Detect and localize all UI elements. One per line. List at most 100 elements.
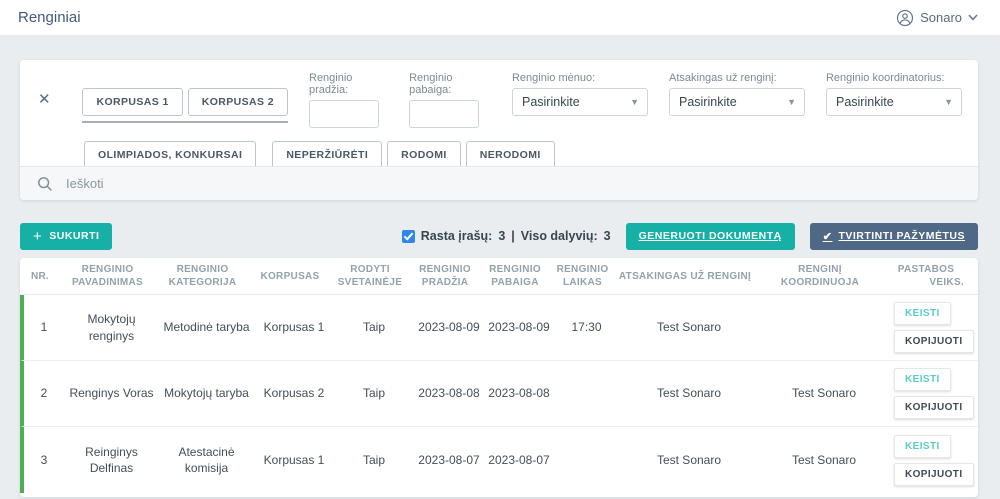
col-show-on-site: RODYTI SVETAINĖJE	[330, 263, 410, 289]
filters-row-1: ✕ KORPUSAS 1 KORPUSAS 2 Renginio pradžia…	[20, 60, 978, 128]
check-icon: ✔	[823, 230, 833, 243]
edit-button[interactable]: KEISTI	[894, 302, 951, 325]
col-name: RENGINIO PAVADINIMAS	[60, 263, 155, 289]
coordinator-value: Pasirinkite	[836, 95, 894, 109]
results-summary: Rasta įrašų: 3 | Viso dalyvių: 3	[402, 229, 611, 243]
toolbar-right: Rasta įrašų: 3 | Viso dalyvių: 3 GENERUO…	[402, 223, 978, 250]
table-toolbar: + SUKURTI Rasta įrašų: 3 | Viso dalyvių:…	[20, 222, 978, 250]
create-button[interactable]: + SUKURTI	[20, 223, 112, 250]
results-separator: |	[511, 229, 515, 243]
cell-end: 2023-08-07	[484, 452, 554, 468]
cell-category: Atestacinė komisija	[159, 444, 254, 476]
event-start-input[interactable]	[309, 100, 379, 128]
cell-end: 2023-08-08	[484, 385, 554, 401]
coordinator-select[interactable]: Pasirinkite ▼	[826, 88, 962, 116]
cell-coordinator: Test Sonaro	[759, 452, 889, 468]
cell-responsible: Test Sonaro	[619, 319, 759, 335]
found-count: 3	[498, 229, 505, 243]
event-end-label: Renginio pabaiga:	[409, 72, 491, 96]
col-time: RENGINIO LAIKAS	[550, 263, 615, 289]
participants-count: 3	[604, 229, 611, 243]
responsible-select[interactable]: Pasirinkite ▼	[669, 88, 805, 116]
top-bar: Renginiai Sonaro	[0, 0, 1000, 36]
filter-button-rodomi[interactable]: RODOMI	[387, 141, 461, 169]
search-input[interactable]	[66, 176, 964, 191]
col-responsible: ATSAKINGAS UŽ RENGINĮ	[615, 270, 755, 283]
copy-button[interactable]: KOPIJUOTI	[894, 396, 974, 419]
filter-button-olimpiados[interactable]: OLIMPIADOS, KONKURSAI	[84, 141, 256, 169]
cell-nr: 1	[24, 319, 64, 335]
edit-button[interactable]: KEISTI	[894, 368, 951, 391]
caret-down-icon: ▼	[787, 97, 796, 107]
cell-building: Korpusas 1	[254, 452, 334, 468]
table-row: 1 Mokytojų renginys Metodinė taryba Korp…	[20, 295, 978, 361]
cell-category: Mokytojų taryba	[159, 385, 254, 401]
coordinator-field: Renginio koordinatorius: Pasirinkite ▼	[826, 72, 962, 116]
events-page: Renginiai Sonaro ✕ KORPUSAS 1 KORPUSAS 2…	[0, 0, 1000, 499]
copy-button[interactable]: KOPIJUOTI	[894, 463, 974, 486]
responsible-value: Pasirinkite	[679, 95, 737, 109]
cell-start: 2023-08-08	[414, 385, 484, 401]
cell-end: 2023-08-09	[484, 319, 554, 335]
caret-down-icon: ▼	[944, 97, 953, 107]
table-row: 2 Renginys Voras Mokytojų taryba Korpusa…	[20, 361, 978, 427]
col-category: RENGINIO KATEGORIJA	[155, 263, 250, 289]
create-button-label: SUKURTI	[49, 230, 99, 242]
event-month-field: Renginio mėnuo: Pasirinkite ▼	[512, 72, 648, 116]
confirm-marked-label: TVIRTINTI PAŽYMĖTUS	[838, 230, 965, 242]
cell-show-on-site: Taip	[334, 385, 414, 401]
event-month-value: Pasirinkite	[522, 95, 580, 109]
col-actions: PASTABOS VEIKS.	[885, 263, 978, 289]
cell-building: Korpusas 1	[254, 319, 334, 335]
event-end-input[interactable]	[409, 100, 479, 128]
col-actions-line2: VEIKS.	[888, 276, 964, 289]
participants-label: Viso dalyvių:	[521, 229, 598, 243]
table-header-row: NR. RENGINIO PAVADINIMAS RENGINIO KATEGO…	[20, 258, 978, 295]
cell-start: 2023-08-07	[414, 452, 484, 468]
col-coordinator: RENGINĮ KOORDINUOJA	[755, 263, 885, 289]
filter-button-neperziureti[interactable]: NEPERŽIŪRĖTI	[272, 141, 382, 169]
cell-start: 2023-08-09	[414, 319, 484, 335]
cell-name: Mokytojų renginys	[64, 311, 159, 343]
search-icon	[37, 176, 53, 192]
event-month-select[interactable]: Pasirinkite ▼	[512, 88, 648, 116]
cell-category: Metodinė taryba	[159, 319, 254, 335]
cell-nr: 3	[24, 452, 64, 468]
confirm-marked-button[interactable]: ✔ TVIRTINTI PAŽYMĖTUS	[810, 223, 978, 250]
edit-button[interactable]: KEISTI	[894, 435, 951, 458]
building-button-group: KORPUSAS 1 KORPUSAS 2	[82, 88, 288, 123]
col-actions-line1: PASTABOS	[888, 263, 964, 276]
cell-building: Korpusas 2	[254, 385, 334, 401]
event-end-field: Renginio pabaiga:	[409, 72, 491, 128]
cell-name: Renginys Voras	[64, 385, 159, 401]
cell-actions: KEISTI KOPIJUOTI	[889, 302, 978, 353]
copy-button[interactable]: KOPIJUOTI	[894, 330, 974, 353]
user-name: Sonaro	[920, 10, 962, 25]
col-end: RENGINIO PABAIGA	[480, 263, 550, 289]
events-table: NR. RENGINIO PAVADINIMAS RENGINIO KATEGO…	[20, 258, 978, 497]
col-building: KORPUSAS	[250, 270, 330, 283]
cell-responsible: Test Sonaro	[619, 452, 759, 468]
cell-nr: 2	[24, 385, 64, 401]
event-start-field: Renginio pradžia:	[309, 72, 388, 128]
plus-icon: +	[33, 229, 42, 244]
caret-down-icon: ▼	[630, 97, 639, 107]
filter-button-nerodomi[interactable]: NERODOMI	[466, 141, 555, 169]
filter-button-korpusas-2[interactable]: KORPUSAS 2	[188, 88, 288, 116]
cell-time: 17:30	[554, 319, 619, 335]
select-all-checkbox[interactable]	[402, 230, 415, 243]
page-title: Renginiai	[18, 9, 81, 26]
cell-actions: KEISTI KOPIJUOTI	[889, 435, 978, 486]
found-label: Rasta įrašų:	[421, 229, 493, 243]
cell-coordinator: Test Sonaro	[759, 385, 889, 401]
clear-filters-icon[interactable]: ✕	[38, 92, 56, 107]
user-menu[interactable]: Sonaro	[896, 9, 978, 27]
person-icon	[896, 9, 914, 27]
event-month-label: Renginio mėnuo:	[512, 72, 648, 84]
event-start-label: Renginio pradžia:	[309, 72, 388, 96]
coordinator-label: Renginio koordinatorius:	[826, 72, 962, 84]
col-nr: NR.	[20, 270, 60, 283]
filter-button-korpusas-1[interactable]: KORPUSAS 1	[82, 88, 182, 116]
generate-document-button[interactable]: GENERUOTI DOKUMENTĄ	[626, 223, 795, 250]
responsible-field: Atsakingas už renginį: Pasirinkite ▼	[669, 72, 805, 116]
